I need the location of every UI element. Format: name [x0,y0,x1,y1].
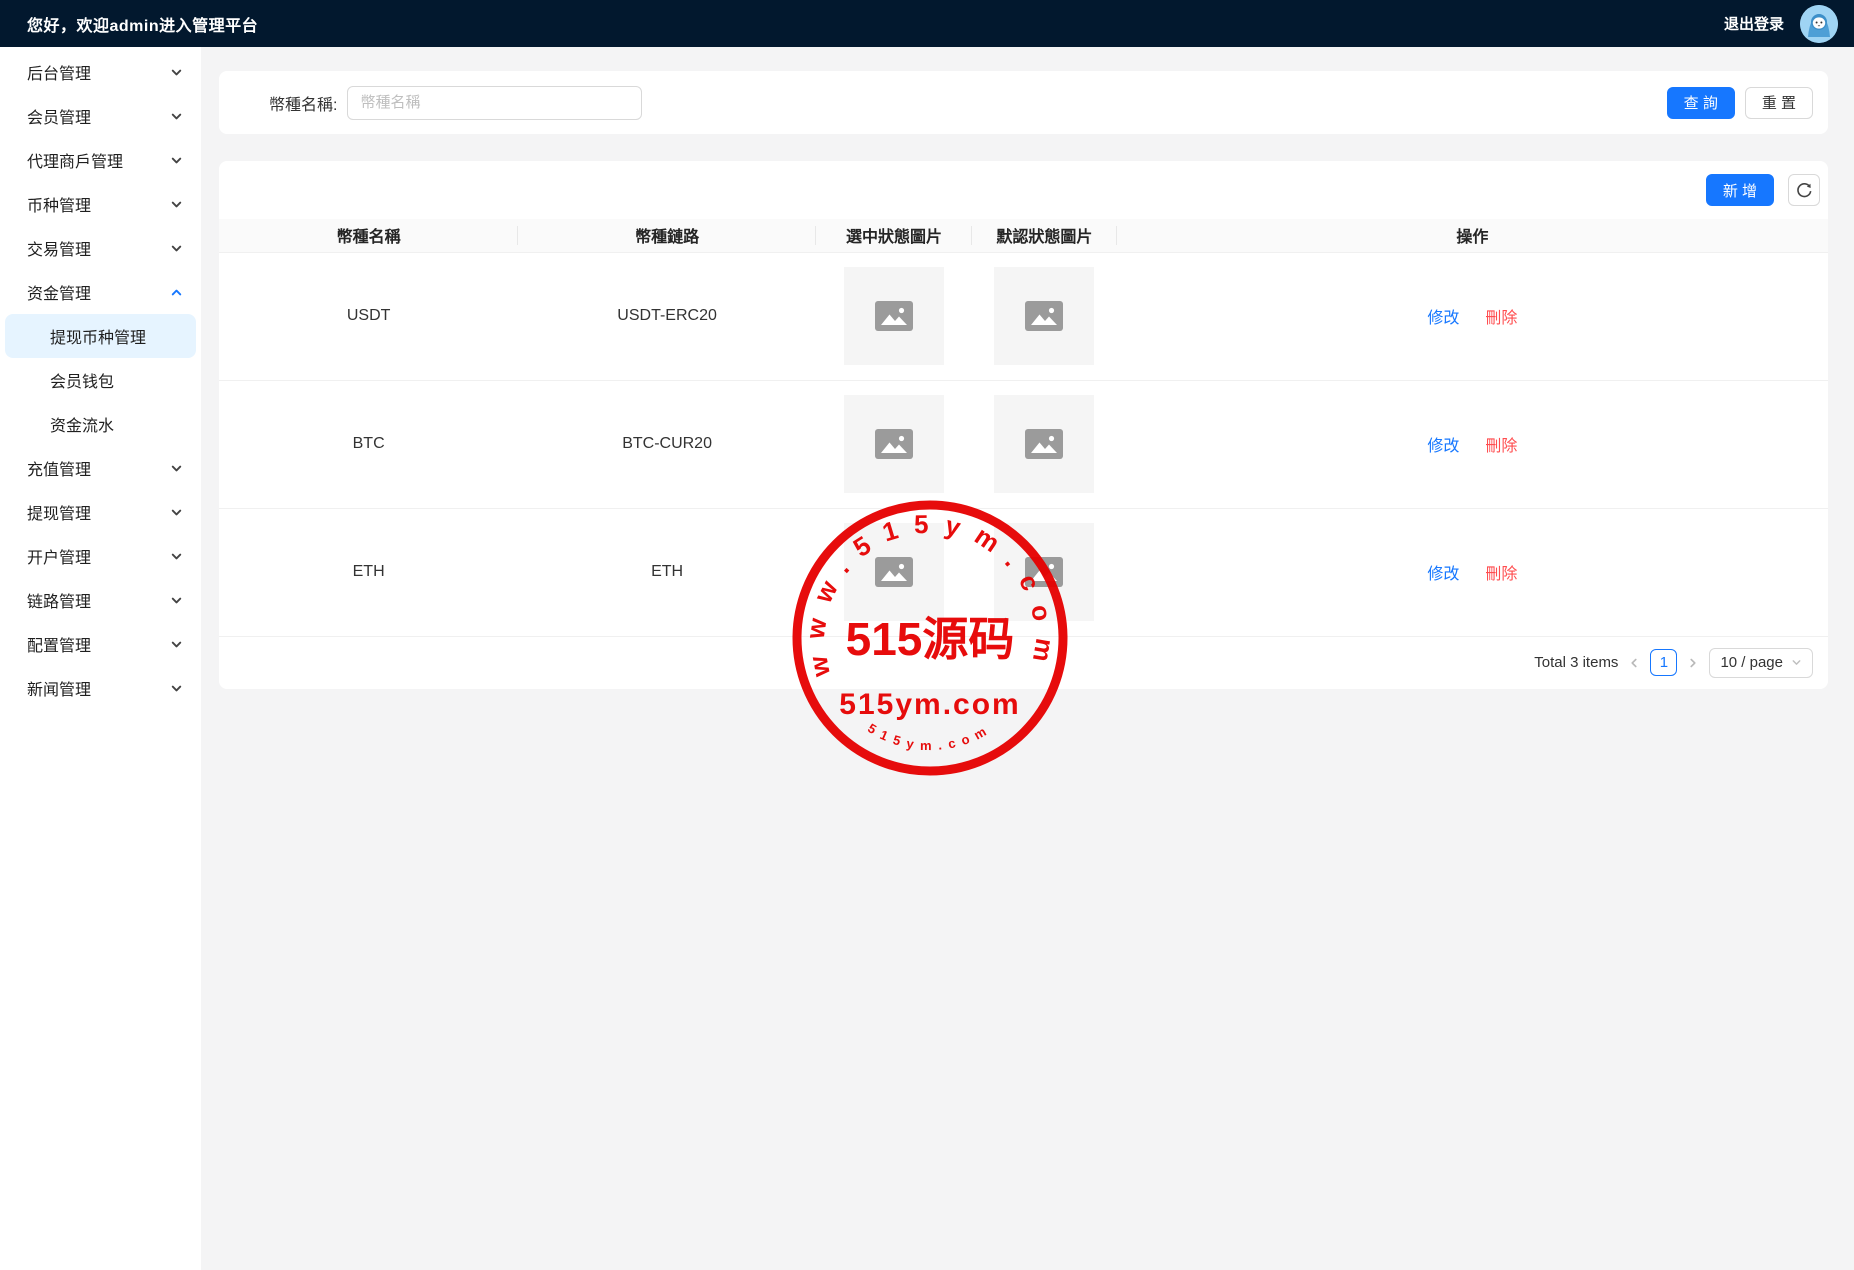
delete-link[interactable]: 刪除 [1485,560,1517,584]
currency-name-input[interactable] [347,86,642,120]
logout-button[interactable]: 退出登录 [1724,13,1784,34]
cell-currency-chain: ETH [518,508,816,636]
navbar-right: 退出登录 [1724,5,1838,43]
chevron-down-icon [170,506,183,519]
chevron-down-icon [170,66,183,79]
edit-link[interactable]: 修改 [1427,432,1459,456]
chevron-down-icon [170,682,183,695]
query-button[interactable]: 查 詢 [1667,87,1735,119]
sidebar-item-backend[interactable]: 后台管理 [0,50,201,94]
page-number-button[interactable]: 1 [1650,649,1677,676]
sidebar-subitem-fund-flow[interactable]: 资金流水 [0,402,201,446]
sidebar-item-recharge[interactable]: 充值管理 [0,446,201,490]
sidebar-item-trade[interactable]: 交易管理 [0,226,201,270]
chevron-right-icon[interactable] [1687,657,1699,669]
pagination-total: Total 3 items [1534,654,1618,671]
sidebar-subitem-member-wallet[interactable]: 会员钱包 [0,358,201,402]
header-selected-image: 選中狀態圖片 [816,219,972,252]
search-label: 幣種名稱: [269,91,337,115]
image-placeholder-icon [1025,429,1063,459]
chevron-down-icon [170,110,183,123]
header-actions: 操作 [1117,219,1828,252]
search-actions: 查 詢 重 置 [1667,87,1813,119]
table-row: BTC BTC-CUR20 修改 刪除 [219,380,1828,508]
edit-link[interactable]: 修改 [1427,560,1459,584]
sidebar-item-config[interactable]: 配置管理 [0,622,201,666]
image-placeholder-icon [1025,557,1063,587]
chevron-down-icon [170,462,183,475]
chevron-down-icon [170,198,183,211]
delete-link[interactable]: 刪除 [1485,432,1517,456]
delete-link[interactable]: 刪除 [1485,304,1517,328]
image-placeholder-icon [875,557,913,587]
chevron-left-icon[interactable] [1628,657,1640,669]
table-row: ETH ETH 修改 刪除 [219,508,1828,636]
chevron-down-icon [170,242,183,255]
table-panel: 新 增 幣種名稱 幣種鏈路 選中狀態圖片 默認狀態圖片 操作 [219,161,1828,689]
search-panel: 幣種名稱: 查 詢 重 置 [219,71,1828,134]
main-content: 幣種名稱: 查 詢 重 置 新 增 幣種名稱 幣種鏈路 選中狀態圖片 [201,47,1854,1270]
sidebar: 后台管理 会员管理 代理商戶管理 币种管理 交易管理 资金管理 提现币种管理 会… [0,47,201,1270]
default-image-placeholder [994,267,1094,365]
cell-currency-name: ETH [219,508,518,636]
refresh-button[interactable] [1788,174,1820,206]
table-header-row: 幣種名稱 幣種鏈路 選中狀態圖片 默認狀態圖片 操作 [219,219,1828,252]
chevron-down-icon [170,550,183,563]
sidebar-item-account-open[interactable]: 开户管理 [0,534,201,578]
sidebar-item-funds[interactable]: 资金管理 [0,270,201,314]
chevron-down-icon [170,638,183,651]
reset-button[interactable]: 重 置 [1745,87,1813,119]
image-placeholder-icon [875,429,913,459]
welcome-title: 您好，欢迎admin进入管理平台 [27,12,258,36]
cell-currency-chain: USDT-ERC20 [518,252,816,380]
sidebar-item-chain[interactable]: 链路管理 [0,578,201,622]
sidebar-item-members[interactable]: 会员管理 [0,94,201,138]
image-placeholder-icon [875,301,913,331]
chevron-down-icon [170,594,183,607]
add-button[interactable]: 新 增 [1706,174,1774,206]
reload-icon [1796,182,1813,199]
cell-currency-chain: BTC-CUR20 [518,380,816,508]
table-toolbar: 新 增 [219,161,1828,219]
page-size-select[interactable]: 10 / page [1709,648,1813,678]
default-image-placeholder [994,523,1094,621]
edit-link[interactable]: 修改 [1427,304,1459,328]
selected-image-placeholder [844,267,944,365]
top-navbar: 您好，欢迎admin进入管理平台 退出登录 [0,0,1854,47]
header-currency-chain: 幣種鏈路 [518,219,816,252]
currency-table: 幣種名稱 幣種鏈路 選中狀態圖片 默認狀態圖片 操作 USDT USDT-ERC… [219,219,1828,637]
cell-currency-name: BTC [219,380,518,508]
sidebar-item-news[interactable]: 新闻管理 [0,666,201,710]
cell-currency-name: USDT [219,252,518,380]
selected-image-placeholder [844,523,944,621]
sidebar-item-withdraw[interactable]: 提现管理 [0,490,201,534]
user-avatar-icon[interactable] [1800,5,1838,43]
sidebar-item-currency[interactable]: 币种管理 [0,182,201,226]
sidebar-item-agents[interactable]: 代理商戶管理 [0,138,201,182]
table-row: USDT USDT-ERC20 修改 刪除 [219,252,1828,380]
chevron-down-icon [170,154,183,167]
pagination: Total 3 items 1 10 / page [219,637,1828,689]
default-image-placeholder [994,395,1094,493]
chevron-down-icon [1791,657,1802,668]
sidebar-subitem-withdraw-currency[interactable]: 提现币种管理 [5,314,196,358]
image-placeholder-icon [1025,301,1063,331]
selected-image-placeholder [844,395,944,493]
header-currency-name: 幣種名稱 [219,219,518,252]
header-default-image: 默認狀態圖片 [972,219,1117,252]
chevron-up-icon [170,286,183,299]
